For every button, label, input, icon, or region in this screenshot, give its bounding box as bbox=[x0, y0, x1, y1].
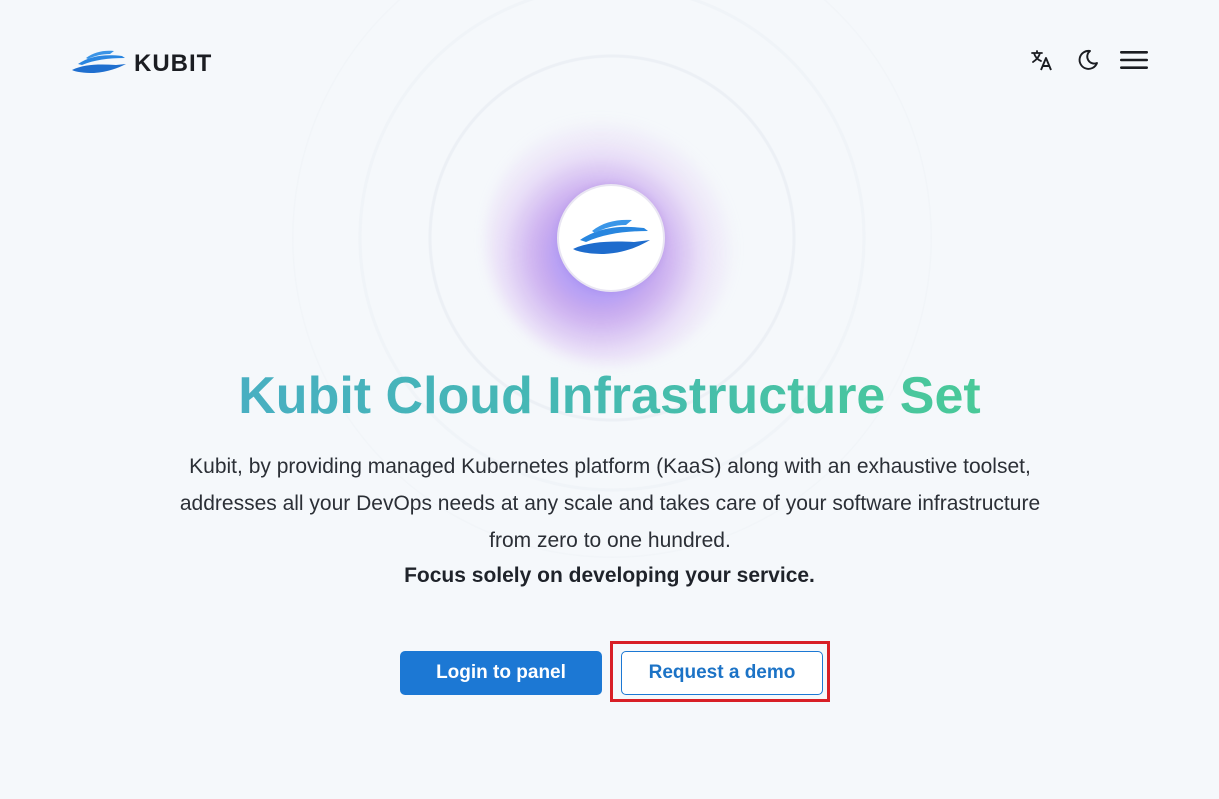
kubit-boat-logo-icon bbox=[570, 216, 652, 261]
theme-toggle-button[interactable] bbox=[1073, 45, 1103, 79]
brand-wordmark: KUBIT bbox=[134, 49, 213, 77]
hero-emphasis: Focus solely on developing your service. bbox=[404, 564, 815, 587]
hero-description: Kubit, by providing managed Kubernetes p… bbox=[179, 455, 1041, 552]
landing-page: KUBIT Kubit Cloud Infrastructure Set Kub… bbox=[0, 0, 1219, 799]
hamburger-menu-icon bbox=[1120, 49, 1148, 76]
moon-icon bbox=[1076, 48, 1100, 77]
hero-title: Kubit Cloud Infrastructure Set bbox=[0, 366, 1219, 426]
brand-logo[interactable]: KUBIT bbox=[70, 48, 212, 79]
language-button[interactable] bbox=[1027, 45, 1057, 79]
login-to-panel-button[interactable]: Login to panel bbox=[400, 651, 602, 695]
kubit-boat-logo-icon bbox=[70, 48, 128, 79]
request-demo-button[interactable]: Request a demo bbox=[621, 651, 823, 695]
translate-icon bbox=[1030, 48, 1054, 77]
menu-button[interactable] bbox=[1119, 45, 1149, 79]
header-actions bbox=[1027, 45, 1149, 79]
hero-logo-badge bbox=[557, 184, 665, 292]
